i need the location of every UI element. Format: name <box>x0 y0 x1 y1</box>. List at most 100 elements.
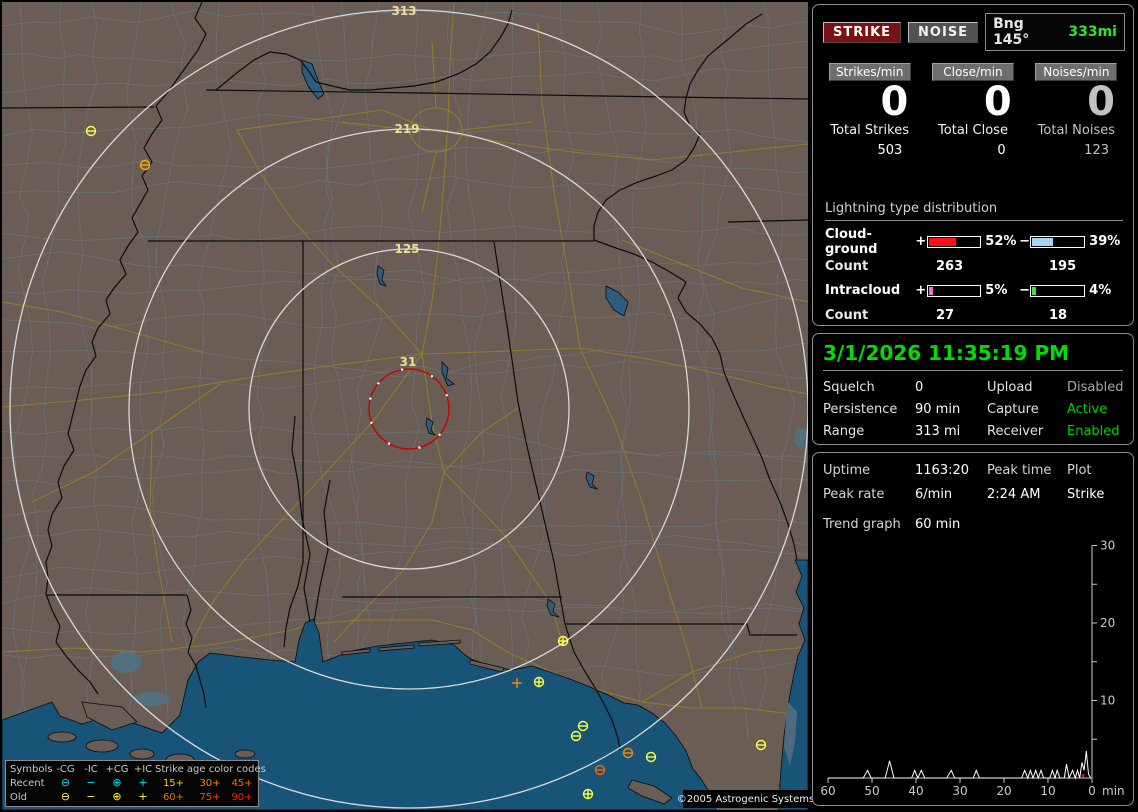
total-strikes-value: 503 <box>877 143 903 158</box>
strikes-per-min-value: 0 <box>880 79 909 125</box>
copyright-text: ©2005 Astrogenic Systems <box>677 790 814 808</box>
range-value: 313 mi <box>915 424 961 439</box>
svg-text:0: 0 <box>1088 784 1096 798</box>
svg-text:min: min <box>1102 784 1125 798</box>
age-badge-75: 75+ <box>199 791 221 803</box>
cg-plus-icon: ⊕ <box>112 776 122 789</box>
ic-count-row: Count 27 18 <box>825 302 1123 328</box>
bearing-range-readout: Bng 145° 333mi <box>985 13 1125 51</box>
age-badge-15: 15+ <box>162 777 185 789</box>
lightning-distribution: Lightning type distribution Cloud-ground… <box>825 201 1123 328</box>
nexstorm-window: 313 219 125 31 Symbols -CG -IC +CG +IC S… <box>0 0 1138 812</box>
svg-text:10: 10 <box>1040 784 1055 798</box>
distribution-title: Lightning type distribution <box>825 201 1123 221</box>
ic-negative-pct: 4% <box>1089 283 1112 298</box>
svg-text:60: 60 <box>820 784 835 798</box>
trend-graph-row: Trend graph 60 min <box>823 517 1123 532</box>
cg-count-row: Count 263 195 <box>825 253 1123 279</box>
cg-positive-pct: 52% <box>985 234 1017 249</box>
capture-status: Active <box>1067 402 1108 417</box>
cloud-ground-row: Cloud-ground + 52% − 39% <box>825 227 1123 257</box>
legend-symbols-header: Symbols <box>10 763 53 775</box>
ic-minus-icon: − <box>86 790 96 803</box>
symbol-legend: Symbols -CG -IC +CG +IC Strike age color… <box>5 760 266 807</box>
ring-label-219: 219 <box>394 122 419 136</box>
svg-text:20: 20 <box>996 784 1011 798</box>
count-label: Count <box>825 307 869 323</box>
status-grid: Squelch 0 Upload Disabled Persistence 90… <box>823 380 1123 439</box>
strike-CG+ <box>533 676 545 688</box>
range-label: Range <box>823 424 865 439</box>
cg-positive-count: 263 <box>936 258 964 274</box>
close-per-min-value: 0 <box>983 79 1012 125</box>
peak-time-label: Peak time <box>987 463 1052 478</box>
total-noises-value: 123 <box>1084 143 1109 158</box>
strikes-counter: Strikes/min 0 Total Strikes 503 <box>821 63 918 158</box>
noises-counter: Noises/min 0 Total Noises 123 <box>1028 63 1125 158</box>
count-label: Count <box>825 258 869 274</box>
capture-label: Capture <box>987 402 1039 417</box>
ring-label-125: 125 <box>394 242 419 256</box>
svg-text:30: 30 <box>952 784 967 798</box>
legend-col-ic-minus: -IC <box>84 763 98 775</box>
rate-counters: Strikes/min 0 Total Strikes 503 Close/mi… <box>821 63 1125 158</box>
cloud-ground-label: Cloud-ground <box>825 226 878 257</box>
trend-panel: Uptime 1163:20 Peak time Plot Peak rate … <box>812 452 1134 806</box>
squelch-value: 0 <box>915 380 924 395</box>
persistence-label: Persistence <box>823 402 898 417</box>
range-value: 333mi <box>1068 24 1117 40</box>
display-toggle-row: STRIKE NOISE Bng 145° 333mi <box>823 13 1125 51</box>
minus-sign: − <box>1019 283 1031 298</box>
svg-text:30: 30 <box>1100 539 1115 553</box>
noise-toggle-button[interactable]: NOISE <box>908 21 979 43</box>
legend-col-cg-minus: -CG <box>56 763 75 775</box>
cg-negative-bar <box>1030 235 1086 248</box>
age-badge-30: 30+ <box>199 777 221 789</box>
plus-sign: + <box>915 283 927 298</box>
uptime-value: 1163:20 <box>915 463 970 478</box>
system-status-panel: 3/1/2026 11:35:19 PM Squelch 0 Upload Di… <box>812 333 1134 445</box>
ic-positive-pct: 5% <box>985 283 1008 298</box>
cg-negative-pct: 39% <box>1089 234 1121 249</box>
persistence-value: 90 min <box>915 402 961 417</box>
ic-plus-icon: + <box>138 776 148 789</box>
age-badge-60: 60+ <box>162 791 185 803</box>
peak-rate-label: Peak rate <box>823 487 885 502</box>
total-close-label: Total Close <box>938 123 1008 138</box>
svg-text:20: 20 <box>1100 616 1115 630</box>
ic-negative-bar <box>1030 284 1086 297</box>
intracloud-row: Intracloud + 5% − 4% <box>825 279 1123 302</box>
cg-minus-icon: ⊖ <box>60 776 71 789</box>
ic-positive-count: 27 <box>936 307 955 323</box>
trend-graph-label: Trend graph <box>823 517 901 532</box>
total-close-value: 0 <box>997 143 1006 158</box>
peak-rate-value: 6/min <box>915 487 953 502</box>
legend-col-cg-plus: +CG <box>105 763 129 775</box>
cg-positive-bar <box>926 235 982 248</box>
squelch-label: Squelch <box>823 380 875 395</box>
cg-negative-count: 195 <box>1049 258 1077 274</box>
receiver-label: Receiver <box>987 424 1044 439</box>
bearing-value: Bng 145° <box>993 16 1030 48</box>
uptime-label: Uptime <box>823 463 871 478</box>
cg-minus-icon: ⊖ <box>60 790 71 803</box>
plot-label: Plot <box>1067 463 1092 478</box>
ic-plus-icon: + <box>138 790 148 803</box>
age-badge-90: 90+ <box>231 791 253 803</box>
close-counter: Close/min 0 Total Close 0 <box>924 63 1021 158</box>
legend-age-header: Strike age color codes <box>155 763 266 775</box>
total-noises-label: Total Noises <box>1037 123 1115 138</box>
intracloud-label: Intracloud <box>825 283 901 298</box>
svg-text:40: 40 <box>908 784 923 798</box>
age-badge-45: 45+ <box>231 777 253 789</box>
uptime-stats-grid: Uptime 1163:20 Peak time Plot Peak rate … <box>823 463 1123 502</box>
lightning-map[interactable]: 313 219 125 31 <box>2 2 808 810</box>
peak-time-value: 2:24 AM <box>987 487 1041 502</box>
legend-row-old: Old <box>10 791 27 803</box>
ic-minus-icon: − <box>86 776 96 789</box>
minus-sign: − <box>1019 234 1031 249</box>
ring-label-31: 31 <box>400 355 417 369</box>
strike-stats-panel: STRIKE NOISE Bng 145° 333mi Strikes/min … <box>812 4 1134 326</box>
strike-toggle-button[interactable]: STRIKE <box>823 21 902 43</box>
plot-mode-value: Strike <box>1067 487 1105 502</box>
